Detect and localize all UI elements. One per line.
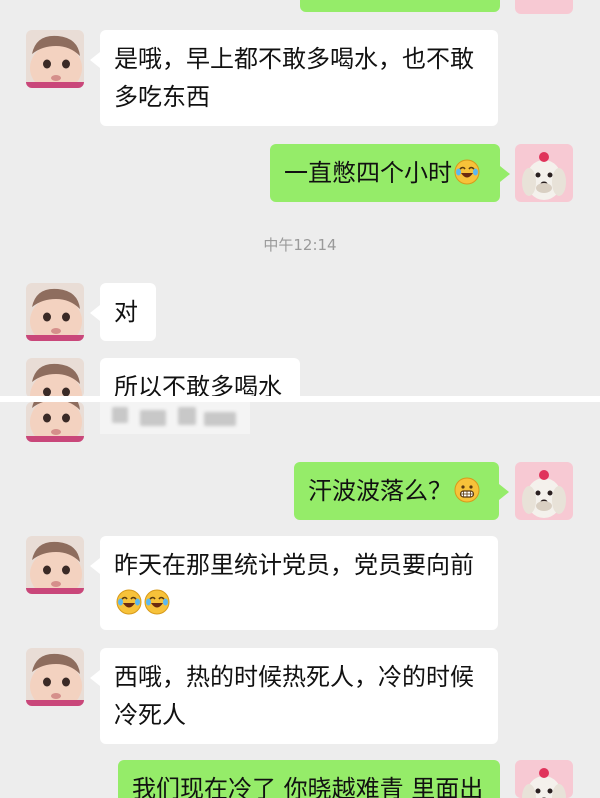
message-text: 汗波波落么？ [308, 477, 452, 505]
baby-avatar-icon [26, 358, 84, 398]
message-bubble-cropped[interactable]: 所以不敢多喝水 [100, 358, 300, 398]
contact-avatar[interactable] [26, 283, 84, 341]
baby-avatar-icon [26, 536, 84, 594]
blurred-pixel [112, 407, 128, 423]
baby-avatar-icon [26, 283, 84, 341]
dog-avatar-icon [515, 760, 573, 798]
message-text: 是哦，早上都不敢多喝水，也不敢 [114, 45, 474, 73]
message-text: 所以不敢多喝水 [114, 373, 282, 398]
screenshot-seam [0, 396, 600, 402]
message-bubble[interactable]: 是哦，早上都不敢多喝水，也不敢 多吃东西 [90, 30, 498, 126]
message-bubble[interactable]: 对 [90, 283, 156, 341]
crying-laughing-icon [454, 159, 480, 185]
message-text: 冷死人 [114, 701, 186, 729]
contact-avatar[interactable] [26, 536, 84, 594]
blurred-pixel [178, 407, 196, 425]
baby-avatar-icon [26, 402, 84, 442]
message-bubble[interactable]: 西哦，热的时候热死人，冷的时候 冷死人 [90, 648, 498, 744]
contact-avatar[interactable] [26, 30, 84, 88]
message-bubble-cropped[interactable]: 我们现在冷了 你晓越难青 里面出 [118, 760, 500, 798]
own-avatar[interactable] [515, 760, 573, 798]
message-text: 昨天在那里统计党员，党员要向前 [114, 551, 474, 579]
contact-avatar[interactable] [26, 358, 84, 398]
baby-avatar-icon [26, 30, 84, 88]
message-bubble[interactable]: 一直憋四个小时 [270, 144, 510, 202]
contact-avatar[interactable] [26, 402, 84, 442]
blurred-pixel [140, 410, 166, 426]
baby-avatar-icon [26, 648, 84, 706]
crying-laughing-icon [116, 589, 142, 615]
timestamp: 中午12:14 [263, 236, 337, 254]
crying-laughing-icon [144, 589, 170, 615]
contact-avatar[interactable] [26, 648, 84, 706]
message-text: 我们现在冷了 你晓越难青 里面出 [132, 775, 484, 798]
own-avatar[interactable] [515, 462, 573, 520]
emoji-row [114, 584, 484, 622]
cropped-sent-bubble [300, 0, 500, 12]
dog-avatar-icon [515, 462, 573, 520]
grinning-icon [454, 477, 480, 503]
dog-avatar-icon [515, 144, 573, 202]
message-bubble[interactable]: 昨天在那里统计党员，党员要向前 [90, 536, 498, 630]
cropped-avatar [515, 0, 573, 14]
message-text: 一直憋四个小时 [284, 159, 452, 187]
message-text: 对 [114, 298, 138, 326]
message-text: 西哦，热的时候热死人，冷的时候 [114, 663, 474, 691]
message-text: 多吃东西 [114, 83, 210, 111]
own-avatar[interactable] [515, 144, 573, 202]
message-bubble[interactable]: 汗波波落么？ [294, 462, 509, 520]
blurred-pixel [204, 412, 236, 426]
